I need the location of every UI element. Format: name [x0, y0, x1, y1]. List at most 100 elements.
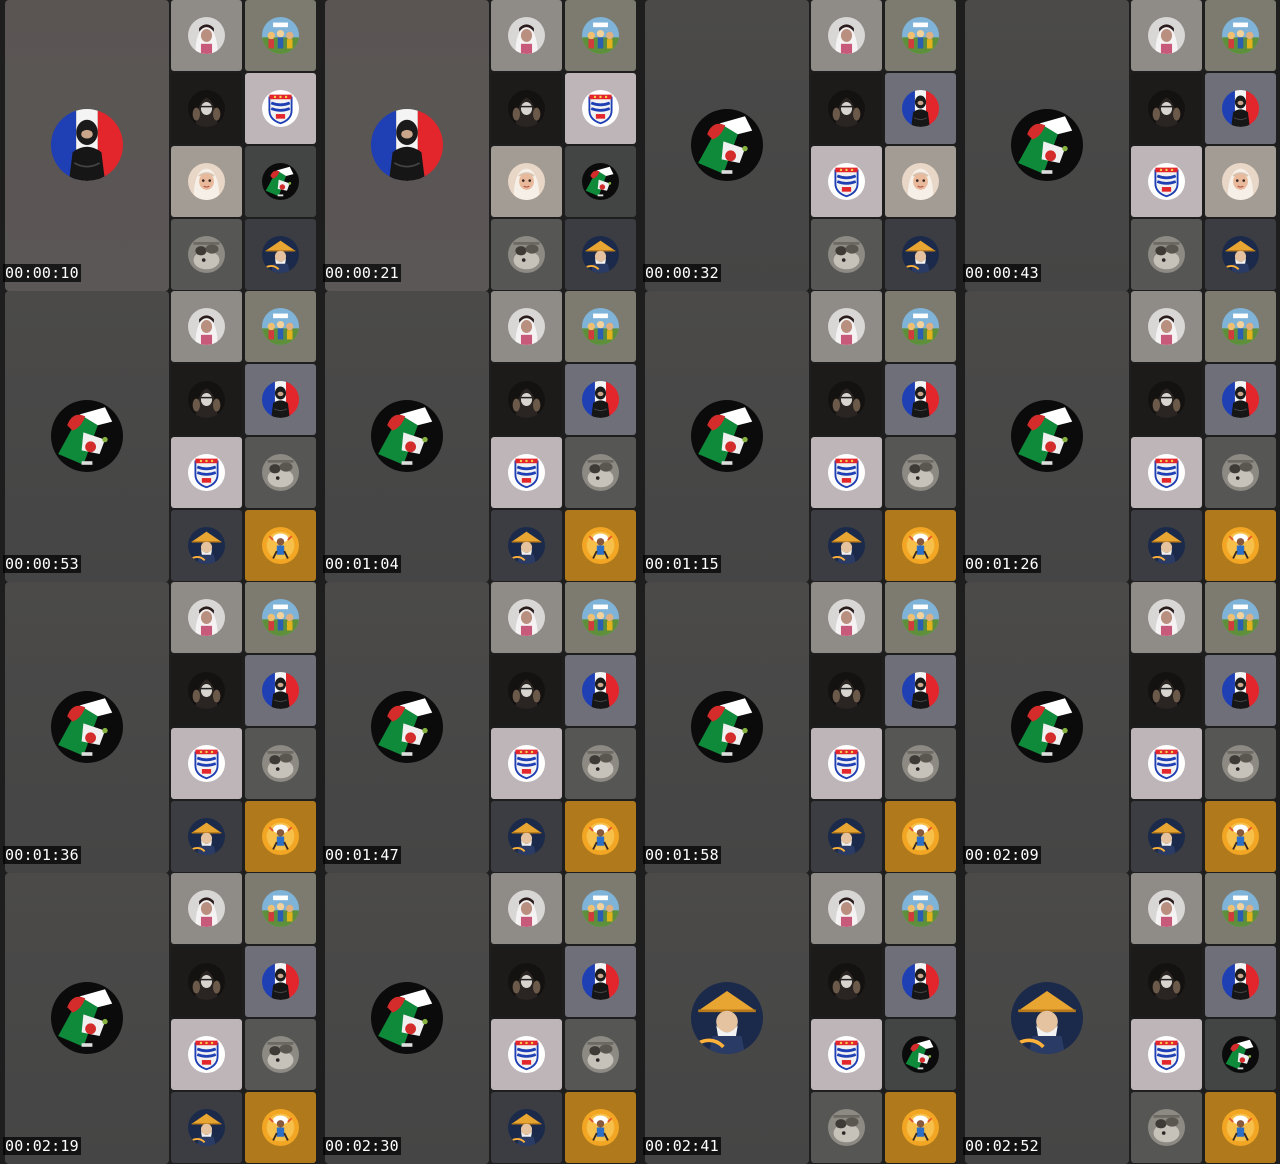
participant-tile[interactable] [491, 437, 562, 508]
participant-tile[interactable] [1205, 873, 1276, 944]
active-speaker-tile[interactable] [325, 873, 489, 1164]
participant-tile[interactable] [1131, 801, 1202, 872]
participant-tile[interactable] [171, 364, 242, 435]
participant-tile[interactable] [171, 801, 242, 872]
participant-tile[interactable] [885, 0, 956, 71]
participant-tile[interactable] [491, 1092, 562, 1163]
participant-tile[interactable] [491, 801, 562, 872]
participant-tile[interactable] [245, 219, 316, 290]
participant-tile[interactable] [491, 582, 562, 653]
active-speaker-tile[interactable] [965, 873, 1129, 1164]
participant-tile[interactable] [171, 1092, 242, 1163]
participant-tile[interactable] [1205, 1092, 1276, 1163]
active-speaker-tile[interactable] [5, 582, 169, 873]
participant-tile[interactable] [1205, 291, 1276, 362]
participant-tile[interactable] [491, 219, 562, 290]
participant-tile[interactable] [1131, 364, 1202, 435]
participant-tile[interactable] [811, 219, 882, 290]
participant-tile[interactable] [565, 1019, 636, 1090]
participant-tile[interactable] [491, 73, 562, 144]
active-speaker-tile[interactable] [325, 0, 489, 291]
participant-tile[interactable] [171, 0, 242, 71]
active-speaker-tile[interactable] [645, 0, 809, 291]
participant-tile[interactable] [1131, 1019, 1202, 1090]
participant-tile[interactable] [491, 873, 562, 944]
participant-tile[interactable] [1205, 1019, 1276, 1090]
participant-tile[interactable] [171, 728, 242, 799]
participant-tile[interactable] [1131, 655, 1202, 726]
participant-tile[interactable] [811, 510, 882, 581]
participant-tile[interactable] [565, 437, 636, 508]
participant-tile[interactable] [1205, 219, 1276, 290]
participant-tile[interactable] [171, 1019, 242, 1090]
participant-tile[interactable] [491, 146, 562, 217]
participant-tile[interactable] [885, 946, 956, 1017]
participant-tile[interactable] [811, 946, 882, 1017]
participant-tile[interactable] [491, 291, 562, 362]
participant-tile[interactable] [1131, 219, 1202, 290]
participant-tile[interactable] [245, 73, 316, 144]
participant-tile[interactable] [491, 0, 562, 71]
participant-tile[interactable] [565, 728, 636, 799]
participant-tile[interactable] [811, 0, 882, 71]
participant-tile[interactable] [885, 1019, 956, 1090]
participant-tile[interactable] [1205, 728, 1276, 799]
participant-tile[interactable] [1205, 510, 1276, 581]
participant-tile[interactable] [885, 291, 956, 362]
participant-tile[interactable] [885, 73, 956, 144]
participant-tile[interactable] [245, 0, 316, 71]
active-speaker-tile[interactable] [5, 0, 169, 291]
participant-tile[interactable] [811, 873, 882, 944]
participant-tile[interactable] [565, 873, 636, 944]
participant-tile[interactable] [565, 146, 636, 217]
participant-tile[interactable] [811, 146, 882, 217]
participant-tile[interactable] [491, 655, 562, 726]
participant-tile[interactable] [491, 510, 562, 581]
active-speaker-tile[interactable] [965, 0, 1129, 291]
participant-tile[interactable] [171, 510, 242, 581]
participant-tile[interactable] [491, 946, 562, 1017]
participant-tile[interactable] [565, 291, 636, 362]
participant-tile[interactable] [491, 1019, 562, 1090]
participant-tile[interactable] [885, 1092, 956, 1163]
participant-tile[interactable] [885, 146, 956, 217]
participant-tile[interactable] [245, 946, 316, 1017]
participant-tile[interactable] [245, 1092, 316, 1163]
participant-tile[interactable] [885, 873, 956, 944]
participant-tile[interactable] [245, 655, 316, 726]
participant-tile[interactable] [171, 437, 242, 508]
participant-tile[interactable] [1205, 437, 1276, 508]
participant-tile[interactable] [565, 510, 636, 581]
participant-tile[interactable] [811, 437, 882, 508]
participant-tile[interactable] [245, 728, 316, 799]
participant-tile[interactable] [245, 510, 316, 581]
participant-tile[interactable] [1205, 582, 1276, 653]
participant-tile[interactable] [245, 801, 316, 872]
participant-tile[interactable] [245, 1019, 316, 1090]
participant-tile[interactable] [245, 437, 316, 508]
participant-tile[interactable] [811, 728, 882, 799]
participant-tile[interactable] [245, 364, 316, 435]
active-speaker-tile[interactable] [965, 291, 1129, 582]
participant-tile[interactable] [1131, 728, 1202, 799]
participant-tile[interactable] [885, 655, 956, 726]
active-speaker-tile[interactable] [325, 291, 489, 582]
participant-tile[interactable] [885, 219, 956, 290]
participant-tile[interactable] [811, 1019, 882, 1090]
participant-tile[interactable] [565, 73, 636, 144]
participant-tile[interactable] [1205, 73, 1276, 144]
participant-tile[interactable] [1131, 73, 1202, 144]
participant-tile[interactable] [1131, 291, 1202, 362]
participant-tile[interactable] [565, 946, 636, 1017]
participant-tile[interactable] [565, 801, 636, 872]
active-speaker-tile[interactable] [5, 873, 169, 1164]
participant-tile[interactable] [811, 801, 882, 872]
participant-tile[interactable] [245, 146, 316, 217]
participant-tile[interactable] [245, 291, 316, 362]
participant-tile[interactable] [1131, 1092, 1202, 1163]
participant-tile[interactable] [171, 219, 242, 290]
participant-tile[interactable] [1131, 510, 1202, 581]
participant-tile[interactable] [171, 946, 242, 1017]
participant-tile[interactable] [565, 0, 636, 71]
active-speaker-tile[interactable] [645, 291, 809, 582]
